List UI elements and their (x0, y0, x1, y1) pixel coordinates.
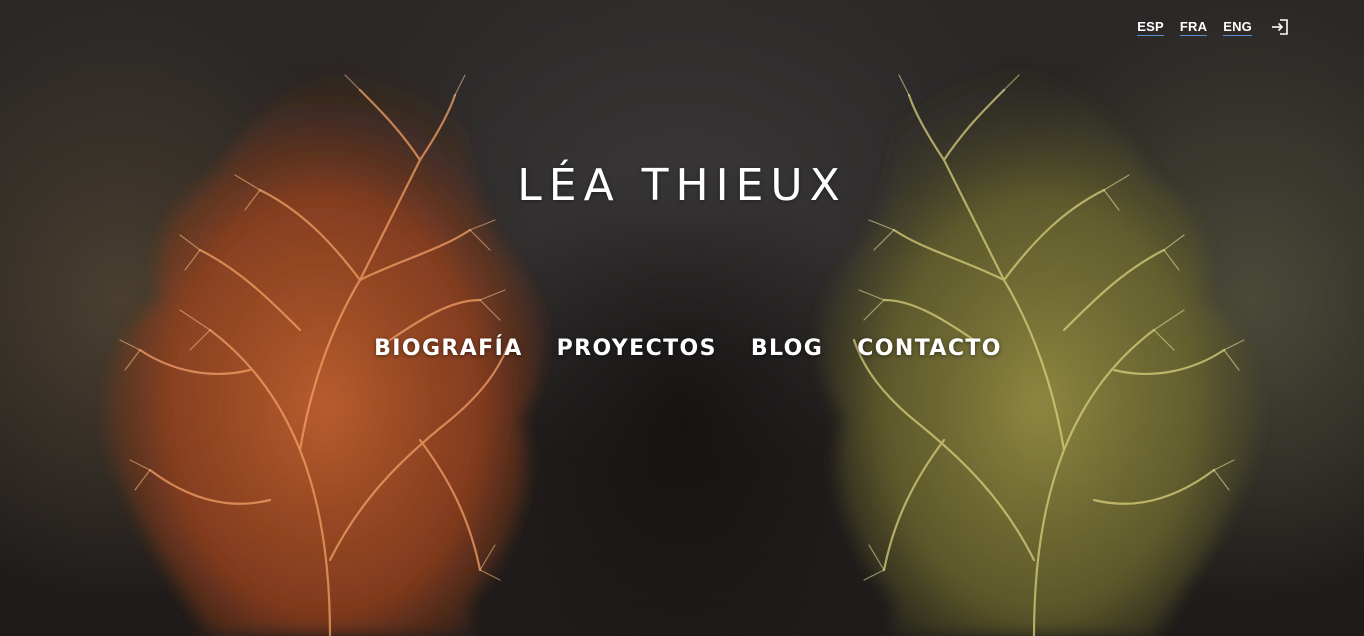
lang-eng-link[interactable]: ENG (1223, 19, 1252, 36)
login-icon[interactable] (1270, 18, 1290, 36)
site-title: LÉA THIEUX (517, 160, 847, 211)
nav-contacto-link[interactable]: CONTACTO (857, 336, 1002, 361)
nav-blog-link[interactable]: BLOG (751, 336, 823, 361)
language-switcher: ESP FRA ENG (1137, 18, 1290, 36)
nav-proyectos-link[interactable]: PROYECTOS (557, 336, 717, 361)
lang-fra-link[interactable]: FRA (1179, 19, 1208, 36)
hero-section: ESP FRA ENG LÉA THIEUX BIOGRAFÍA PROYECT… (0, 0, 1364, 636)
nav-biografia-link[interactable]: BIOGRAFÍA (374, 336, 523, 361)
lang-esp-link[interactable]: ESP (1137, 19, 1164, 36)
hero-background-artwork (105, 59, 1259, 636)
main-navigation: BIOGRAFÍA PROYECTOS BLOG CONTACTO (0, 336, 1364, 361)
